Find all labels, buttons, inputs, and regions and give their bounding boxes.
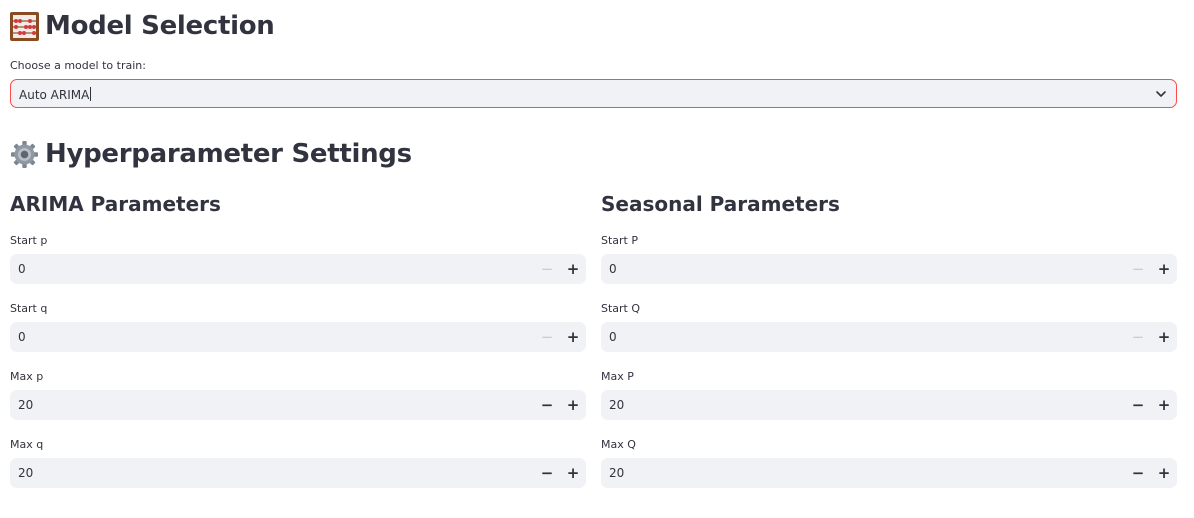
start-p-value[interactable]: 0 (18, 262, 26, 276)
start-Q-label: Start Q (601, 302, 641, 315)
max-Q-label: Max Q (601, 438, 636, 451)
start-Q-increment-button[interactable]: + (1151, 322, 1177, 352)
hyperparameter-settings-title-text: Hyperparameter Settings (45, 139, 412, 169)
start-q-increment-button[interactable]: + (560, 322, 586, 352)
start-P-decrement-button[interactable]: − (1125, 254, 1151, 284)
max-q-input[interactable]: 20 − + (10, 458, 586, 488)
model-select-value-text[interactable]: Auto ARIMA (19, 88, 89, 102)
start-P-input[interactable]: 0 − + (601, 254, 1177, 284)
text-cursor (90, 87, 92, 101)
max-Q-increment-button[interactable]: + (1151, 458, 1177, 488)
max-q-decrement-button[interactable]: − (534, 458, 560, 488)
abacus-icon (10, 11, 39, 41)
model-select[interactable]: Auto ARIMA (10, 79, 1177, 108)
max-Q-decrement-button[interactable]: − (1125, 458, 1151, 488)
max-p-label: Max p (10, 370, 44, 383)
start-Q-value[interactable]: 0 (609, 330, 617, 344)
start-Q-decrement-button[interactable]: − (1125, 322, 1151, 352)
max-q-label: Max q (10, 438, 44, 451)
model-selection-title-text: Model Selection (45, 11, 275, 41)
max-p-value[interactable]: 20 (18, 398, 33, 412)
start-P-increment-button[interactable]: + (1151, 254, 1177, 284)
max-P-value[interactable]: 20 (609, 398, 624, 412)
max-P-label: Max P (601, 370, 634, 383)
start-p-input[interactable]: 0 − + (10, 254, 586, 284)
hyperparameter-settings-title: Hyperparameter Settings (10, 136, 412, 172)
start-p-increment-button[interactable]: + (560, 254, 586, 284)
max-p-increment-button[interactable]: + (560, 390, 586, 420)
model-select-value[interactable]: Auto ARIMA (19, 87, 92, 102)
start-p-decrement-button[interactable]: − (534, 254, 560, 284)
max-p-input[interactable]: 20 − + (10, 390, 586, 420)
max-P-decrement-button[interactable]: − (1125, 390, 1151, 420)
max-p-decrement-button[interactable]: − (534, 390, 560, 420)
max-P-input[interactable]: 20 − + (601, 390, 1177, 420)
start-q-label: Start q (10, 302, 48, 315)
gear-icon (11, 140, 38, 168)
start-p-label: Start p (10, 234, 48, 247)
max-q-value[interactable]: 20 (18, 466, 33, 480)
model-select-label: Choose a model to train: (10, 59, 146, 72)
max-P-increment-button[interactable]: + (1151, 390, 1177, 420)
model-selection-title: Model Selection (10, 8, 275, 44)
max-Q-value[interactable]: 20 (609, 466, 624, 480)
seasonal-parameters-heading: Seasonal Parameters (601, 192, 840, 216)
start-q-decrement-button[interactable]: − (534, 322, 560, 352)
arima-parameters-heading: ARIMA Parameters (10, 192, 221, 216)
app-main: Model Selection Choose a model to train:… (0, 0, 1194, 518)
start-Q-input[interactable]: 0 − + (601, 322, 1177, 352)
start-P-label: Start P (601, 234, 639, 247)
max-Q-input[interactable]: 20 − + (601, 458, 1177, 488)
start-q-value[interactable]: 0 (18, 330, 26, 344)
start-q-input[interactable]: 0 − + (10, 322, 586, 352)
chevron-down-icon[interactable] (1155, 88, 1167, 100)
max-q-increment-button[interactable]: + (560, 458, 586, 488)
start-P-value[interactable]: 0 (609, 262, 617, 276)
